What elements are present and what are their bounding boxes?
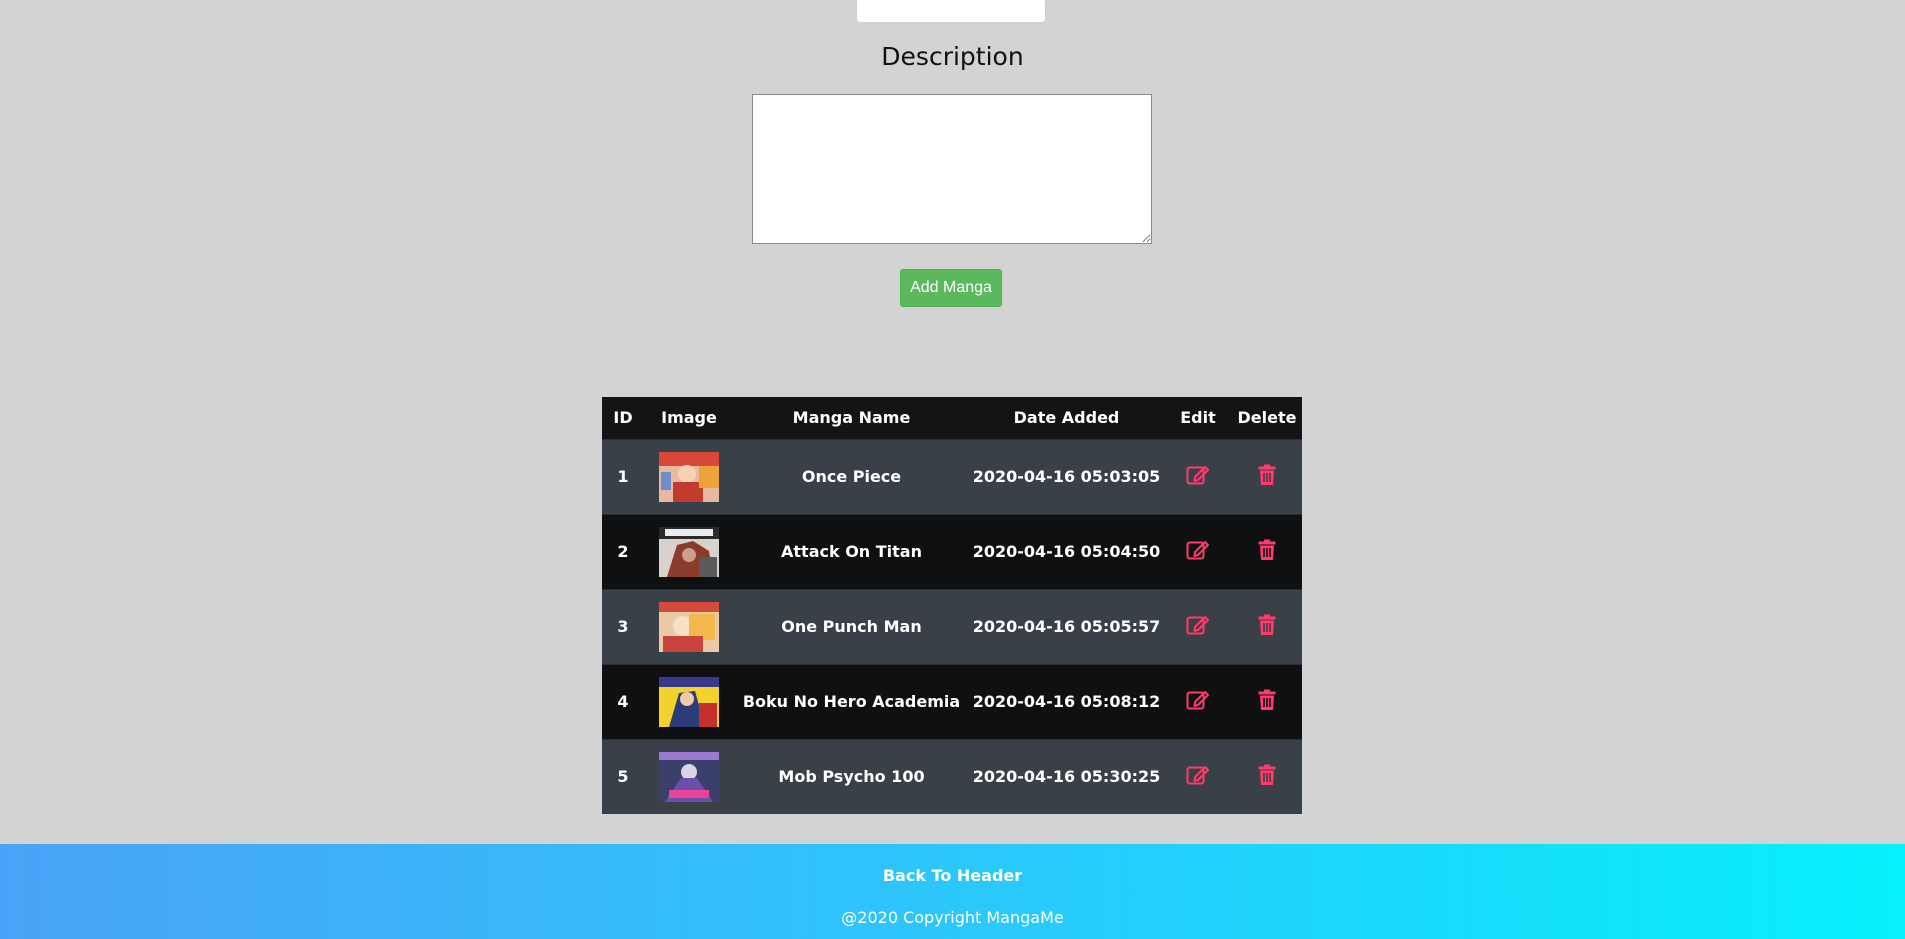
cell-id: 4 <box>602 663 644 739</box>
cell-edit <box>1164 738 1232 814</box>
cell-delete <box>1232 663 1302 739</box>
header-edit: Edit <box>1164 397 1232 440</box>
cell-date-added: 2020-04-16 05:08:12 <box>969 663 1164 739</box>
edit-icon[interactable] <box>1186 764 1210 790</box>
description-textarea[interactable] <box>752 94 1152 244</box>
edit-icon[interactable] <box>1186 614 1210 640</box>
cell-image <box>644 663 734 739</box>
footer: Back To Header @2020 Copyright MangaMe <box>0 844 1905 939</box>
cell-edit <box>1164 588 1232 664</box>
cell-delete <box>1232 438 1302 514</box>
cell-image <box>644 738 734 814</box>
manga-table: ID Image Manga Name Date Added Edit Dele… <box>602 397 1302 814</box>
cell-date-added: 2020-04-16 05:30:25 <box>969 738 1164 814</box>
trash-icon[interactable] <box>1258 539 1276 565</box>
cell-date-added: 2020-04-16 05:04:50 <box>969 513 1164 589</box>
cell-date-added: 2020-04-16 05:03:05 <box>969 438 1164 514</box>
cell-id: 5 <box>602 738 644 814</box>
cell-manga-name: One Punch Man <box>734 588 969 664</box>
manga-cover-image <box>659 676 719 727</box>
header-id: ID <box>602 397 644 440</box>
cell-id: 1 <box>602 438 644 514</box>
cell-delete <box>1232 738 1302 814</box>
cell-edit <box>1164 438 1232 514</box>
manga-cover-image <box>659 451 719 502</box>
cell-delete <box>1232 588 1302 664</box>
cell-id: 3 <box>602 588 644 664</box>
manga-cover-image <box>659 526 719 577</box>
table-row: 1 Once Piece 2020-04-16 05:03:05 <box>602 438 1302 514</box>
cell-delete <box>1232 513 1302 589</box>
copyright-text: @2020 Copyright MangaMe <box>841 908 1064 927</box>
table-row: 4 Boku No Hero Academia 2020-04-16 05:08… <box>602 663 1302 739</box>
table-header-row: ID Image Manga Name Date Added Edit Dele… <box>602 397 1302 440</box>
header-manga-name: Manga Name <box>734 397 969 440</box>
cell-manga-name: Once Piece <box>734 438 969 514</box>
cell-image <box>644 438 734 514</box>
cell-id: 2 <box>602 513 644 589</box>
title-input[interactable] <box>856 0 1046 23</box>
trash-icon[interactable] <box>1258 689 1276 715</box>
description-label: Description <box>881 42 1024 71</box>
cell-manga-name: Mob Psycho 100 <box>734 738 969 814</box>
cell-manga-name: Boku No Hero Academia <box>734 663 969 739</box>
table-row: 5 Mob Psycho 100 2020-04-16 05:30:25 <box>602 738 1302 814</box>
edit-icon[interactable] <box>1186 539 1210 565</box>
manga-cover-image <box>659 601 719 652</box>
table-row: 2 Attack On Titan 2020-04-16 05:04:50 <box>602 513 1302 589</box>
cell-image <box>644 513 734 589</box>
manga-table-container: ID Image Manga Name Date Added Edit Dele… <box>602 397 1302 814</box>
edit-icon[interactable] <box>1186 464 1210 490</box>
cell-date-added: 2020-04-16 05:05:57 <box>969 588 1164 664</box>
trash-icon[interactable] <box>1258 764 1276 790</box>
header-delete: Delete <box>1232 397 1302 440</box>
table-row: 3 One Punch Man 2020-04-16 05:05:57 <box>602 588 1302 664</box>
cell-image <box>644 588 734 664</box>
add-manga-button[interactable]: Add Manga <box>900 269 1002 307</box>
header-image: Image <box>644 397 734 440</box>
cell-edit <box>1164 513 1232 589</box>
back-to-header-link[interactable]: Back To Header <box>0 866 1905 885</box>
edit-icon[interactable] <box>1186 689 1210 715</box>
trash-icon[interactable] <box>1258 614 1276 640</box>
page: Description Add Manga ID Image Manga Nam… <box>0 0 1905 939</box>
manga-cover-image <box>659 751 719 802</box>
trash-icon[interactable] <box>1258 464 1276 490</box>
cell-manga-name: Attack On Titan <box>734 513 969 589</box>
cell-edit <box>1164 663 1232 739</box>
header-date-added: Date Added <box>969 397 1164 440</box>
